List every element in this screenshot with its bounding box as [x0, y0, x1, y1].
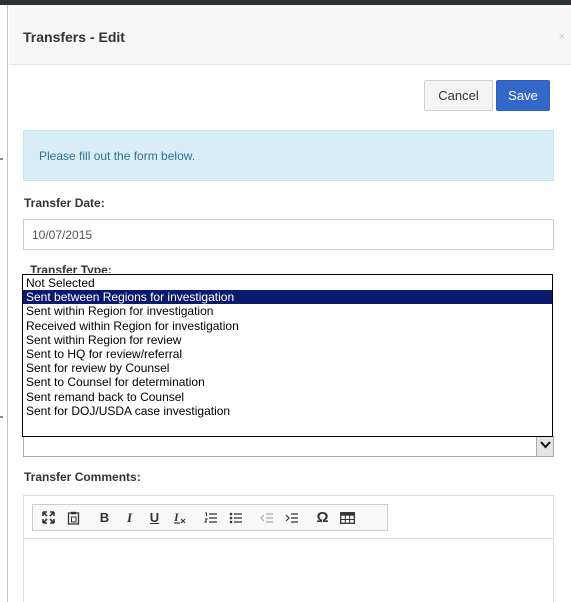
dropdown-option[interactable]: Sent for review by Counsel — [23, 361, 552, 375]
paste-from-word-icon[interactable] — [62, 506, 85, 529]
svg-text:I: I — [173, 511, 180, 524]
special-character-icon[interactable]: Ω — [311, 506, 334, 529]
save-button[interactable]: Save — [496, 80, 550, 111]
dropdown-option[interactable]: Sent within Region for review — [23, 333, 552, 347]
transfer-comments-label: Transfer Comments: — [24, 470, 141, 484]
underline-icon[interactable]: U — [143, 506, 166, 529]
editor-divider — [24, 538, 553, 539]
transfer-date-label: Transfer Date: — [24, 196, 105, 210]
modal-header: Transfers - Edit × — [9, 5, 571, 65]
dropdown-option[interactable]: Sent to Counsel for determination — [23, 375, 552, 389]
dropdown-option[interactable]: Sent within Region for investigation — [23, 304, 552, 318]
dropdown-option-highlighted[interactable]: Sent between Regions for investigation — [23, 290, 552, 305]
close-icon[interactable]: × — [559, 31, 565, 43]
modal-title: Transfers - Edit — [23, 29, 125, 45]
table-icon[interactable] — [336, 506, 359, 529]
background-marker — [0, 416, 3, 418]
dropdown-option[interactable]: Sent remand back to Counsel — [23, 390, 552, 404]
transfer-type-label: Transfer Type: — [30, 263, 112, 273]
outdent-icon[interactable] — [255, 506, 278, 529]
remove-format-icon[interactable]: I — [168, 506, 191, 529]
dropdown-option[interactable]: Sent for DOJ/USDA case investigation — [23, 404, 552, 418]
background-marker — [0, 158, 3, 160]
dropdown-option[interactable]: Sent to HQ for review/referral — [23, 347, 552, 361]
italic-icon[interactable]: I — [118, 506, 141, 529]
transfer-type-dropdown-list: Not Selected Sent between Regions for in… — [22, 274, 553, 437]
cancel-button[interactable]: Cancel — [424, 80, 493, 111]
bulleted-list-icon[interactable] — [224, 506, 247, 529]
dropdown-option[interactable]: Received within Region for investigation — [23, 319, 552, 333]
info-alert: Please fill out the form below. — [23, 130, 554, 181]
alert-text: Please fill out the form below. — [39, 149, 196, 163]
transfer-type-select[interactable] — [23, 436, 554, 457]
bold-icon[interactable]: B — [93, 506, 116, 529]
numbered-list-icon[interactable] — [199, 506, 222, 529]
indent-icon[interactable] — [280, 506, 303, 529]
chevron-down-icon[interactable] — [536, 437, 553, 456]
rich-text-editor[interactable]: B I U I Ω — [23, 495, 554, 602]
editor-toolbar: B I U I Ω — [32, 504, 388, 531]
background-page-edge — [0, 5, 8, 602]
dropdown-option[interactable]: Not Selected — [23, 276, 552, 290]
maximize-icon[interactable] — [37, 506, 60, 529]
transfer-date-input[interactable] — [23, 219, 554, 250]
